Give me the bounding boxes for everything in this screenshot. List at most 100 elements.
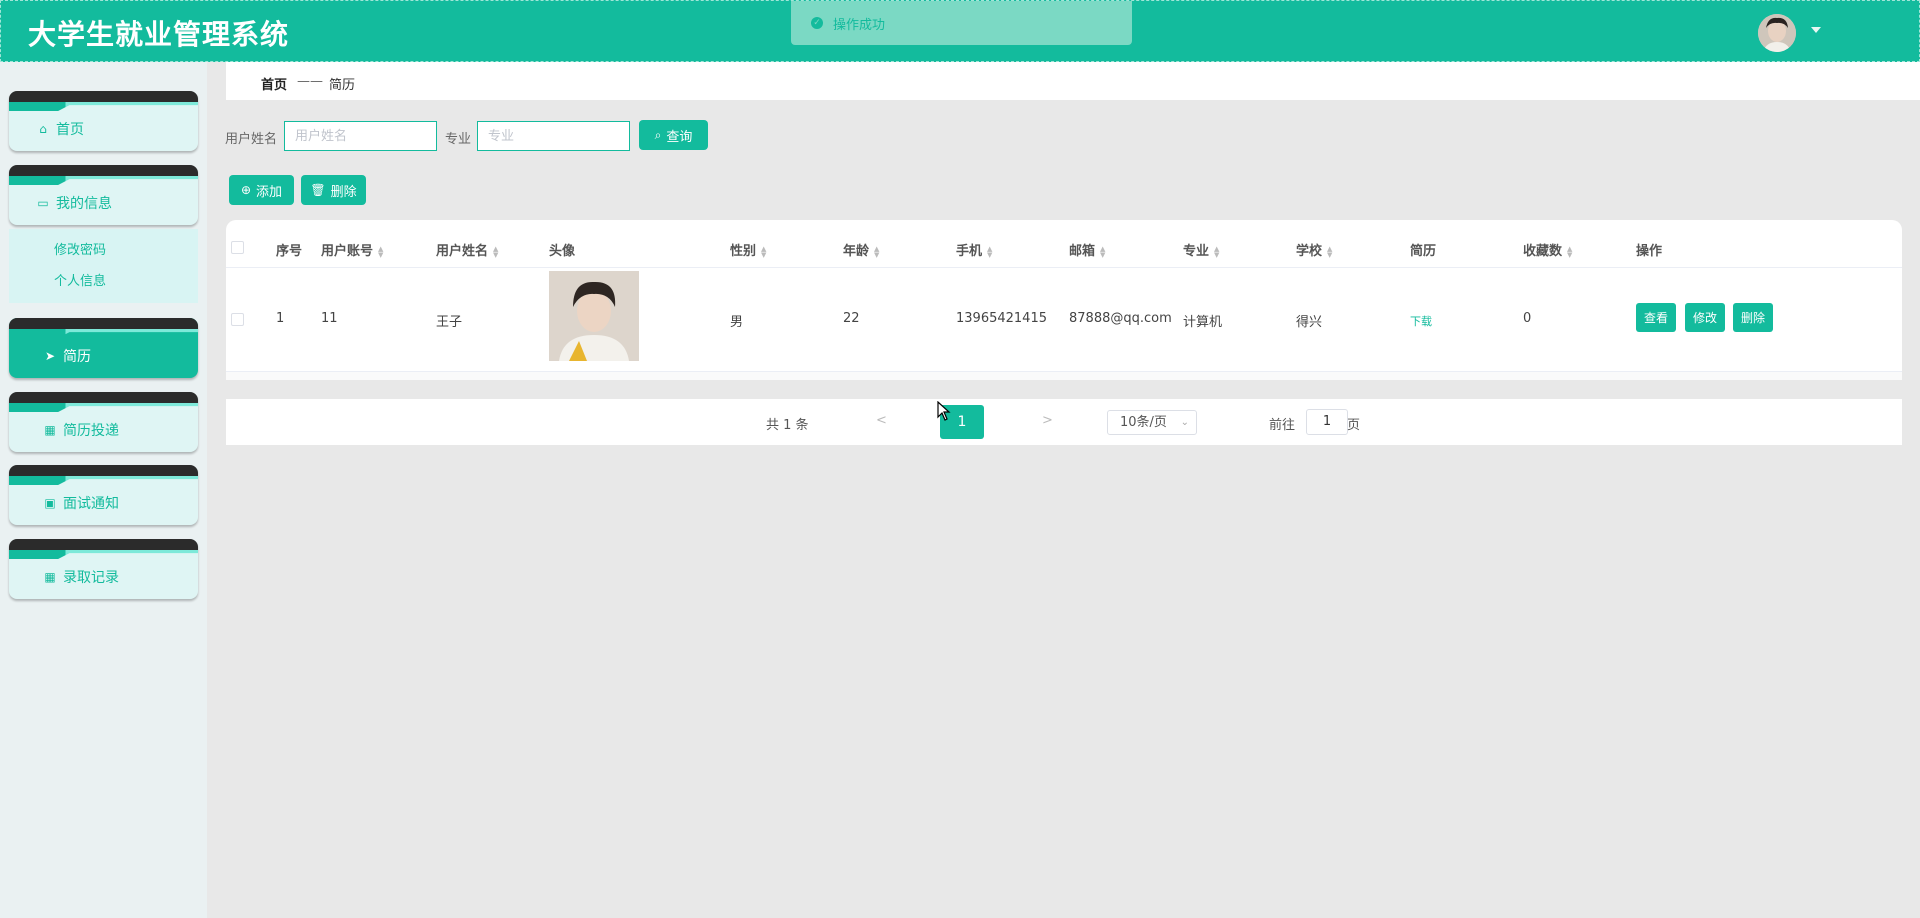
- cell-favorites: 0: [1523, 311, 1532, 326]
- user-avatar[interactable]: [1758, 14, 1796, 52]
- row-delete-button[interactable]: 删除: [1733, 303, 1774, 332]
- add-button-label: 添加: [256, 184, 283, 200]
- breadcrumb-current: 简历: [329, 78, 356, 93]
- sidebar-item-my-info[interactable]: ▭ 我的信息: [9, 165, 198, 225]
- cell-name: 王子: [436, 315, 463, 330]
- sort-icon[interactable]: ▲ ▼: [1100, 245, 1105, 258]
- query-button[interactable]: ⌕ 查询: [639, 120, 708, 150]
- sort-icon[interactable]: ▲ ▼: [874, 245, 879, 258]
- pagination: 共 1 条 < 1 > 10条/页 ⌄ 前往 1 页: [226, 399, 1902, 445]
- sort-icon[interactable]: ▲ ▼: [1214, 245, 1219, 258]
- sidebar-item-label: 简历: [63, 349, 91, 365]
- col-phone-label: 手机: [956, 244, 983, 259]
- col-operations: 操作: [1636, 244, 1663, 259]
- col-school-label: 学校: [1296, 244, 1323, 259]
- sort-icon[interactable]: ▲ ▼: [761, 245, 766, 258]
- col-age[interactable]: 年龄 ▲ ▼: [843, 240, 879, 259]
- sidebar-item-label: 简历投递: [63, 423, 119, 439]
- mouse-cursor-icon: [937, 401, 951, 421]
- breadcrumb-separator: ——: [297, 74, 323, 89]
- col-major[interactable]: 专业 ▲ ▼: [1183, 240, 1219, 259]
- col-school[interactable]: 学校 ▲ ▼: [1296, 240, 1332, 259]
- app-title: 大学生就业管理系统: [28, 18, 290, 51]
- sidebar-item-label: 首页: [56, 122, 84, 138]
- header-divider: [226, 267, 1902, 268]
- chevron-down-icon: ⌄: [1180, 417, 1189, 428]
- sort-icon[interactable]: ▲ ▼: [378, 245, 383, 258]
- col-name-label: 用户姓名: [436, 244, 489, 259]
- col-gender-label: 性别: [730, 244, 757, 259]
- page-size-select[interactable]: 10条/页 ⌄: [1107, 410, 1197, 435]
- delete-button[interactable]: 🗑 删除: [301, 175, 366, 205]
- col-favorites[interactable]: 收藏数 ▲ ▼: [1523, 240, 1572, 259]
- sort-icon[interactable]: ▲ ▼: [493, 245, 498, 258]
- data-table: 序号 用户账号 ▲ ▼ 用户姓名 ▲ ▼ 头像 性别 ▲ ▼ 年龄 ▲ ▼ 手机 ▲ ▼ 邮箱 ▲ ▼ …: [226, 220, 1902, 380]
- avatar-photo-image: [549, 271, 639, 361]
- cell-school: 得兴: [1296, 315, 1323, 330]
- cell-phone: 13965421415: [956, 311, 1047, 326]
- sidebar-item-resume-delivery[interactable]: ▦ 简历投递: [9, 392, 198, 452]
- select-all-checkbox[interactable]: [231, 241, 244, 254]
- sort-icon[interactable]: ▲ ▼: [1567, 245, 1572, 258]
- table-scroll-area: [226, 372, 1902, 380]
- next-page-button[interactable]: >: [1042, 413, 1053, 428]
- check-circle-icon: ✓: [811, 17, 823, 29]
- col-gender[interactable]: 性别 ▲ ▼: [730, 240, 766, 259]
- delete-button-label: 删除: [330, 184, 357, 200]
- sidebar-item-admission[interactable]: ▦ 录取记录: [9, 539, 198, 599]
- resume-download-link[interactable]: 下载: [1410, 313, 1432, 329]
- major-label: 专业: [445, 132, 472, 147]
- grid-icon: ▦: [44, 570, 56, 584]
- sidebar-item-label: 录取记录: [63, 570, 119, 586]
- grid-icon: ▦: [44, 423, 56, 437]
- name-search-input[interactable]: [284, 121, 437, 151]
- col-avatar: 头像: [549, 244, 576, 259]
- submenu-personal-info[interactable]: 个人信息: [54, 270, 106, 289]
- col-resume: 简历: [1410, 244, 1437, 259]
- major-search-input[interactable]: [477, 121, 630, 151]
- avatar-photo: [549, 271, 639, 361]
- sidebar-item-resume[interactable]: ➤ 简历: [9, 318, 198, 378]
- trash-icon: 🗑: [310, 183, 326, 197]
- edit-button[interactable]: 修改: [1685, 303, 1726, 332]
- breadcrumb-home[interactable]: 首页: [261, 74, 287, 93]
- toast-message: 操作成功: [833, 17, 886, 33]
- avatar-image: [1758, 14, 1796, 52]
- cell-account: 11: [321, 311, 338, 326]
- search-icon: ⌕: [654, 127, 662, 142]
- view-button[interactable]: 查看: [1636, 303, 1677, 332]
- sidebar-submenu: 修改密码 个人信息: [9, 229, 198, 303]
- goto-page-input[interactable]: 1: [1306, 409, 1348, 435]
- cell-age: 22: [843, 311, 860, 326]
- col-account[interactable]: 用户账号 ▲ ▼: [321, 240, 383, 259]
- name-label: 用户姓名: [225, 132, 278, 147]
- app-header: 大学生就业管理系统 ✓ 操作成功: [0, 0, 1920, 62]
- submenu-change-password[interactable]: 修改密码: [54, 239, 106, 258]
- breadcrumb: 首页 —— 简历: [226, 62, 1920, 100]
- prev-page-button[interactable]: <: [876, 413, 887, 428]
- col-email[interactable]: 邮箱 ▲ ▼: [1069, 240, 1105, 259]
- col-major-label: 专业: [1183, 244, 1210, 259]
- add-button[interactable]: ⊕ 添加: [229, 175, 294, 205]
- sort-icon[interactable]: ▲ ▼: [987, 245, 992, 258]
- sidebar-item-interview[interactable]: ▣ 面试通知: [9, 465, 198, 525]
- col-phone[interactable]: 手机 ▲ ▼: [956, 240, 992, 259]
- caret-down-icon[interactable]: [1811, 27, 1821, 33]
- col-age-label: 年龄: [843, 244, 870, 259]
- cell-gender: 男: [730, 315, 744, 330]
- page-size-value: 10条/页: [1120, 415, 1167, 430]
- row-checkbox[interactable]: [231, 313, 244, 326]
- col-name[interactable]: 用户姓名 ▲ ▼: [436, 240, 498, 259]
- chart-icon: ▣: [44, 496, 56, 510]
- col-email-label: 邮箱: [1069, 244, 1096, 259]
- goto-label: 前往: [1269, 418, 1296, 433]
- col-index: 序号: [276, 244, 303, 259]
- send-icon: ➤: [44, 349, 56, 363]
- home-icon: ⌂: [39, 122, 47, 136]
- cell-email: 87888@qq.com: [1069, 311, 1172, 326]
- pagination-total: 共 1 条: [766, 418, 809, 433]
- success-toast: ✓ 操作成功: [791, 1, 1132, 45]
- sort-icon[interactable]: ▲ ▼: [1327, 245, 1332, 258]
- query-button-label: 查询: [666, 129, 693, 145]
- sidebar-item-home[interactable]: ⌂ 首页: [9, 91, 198, 151]
